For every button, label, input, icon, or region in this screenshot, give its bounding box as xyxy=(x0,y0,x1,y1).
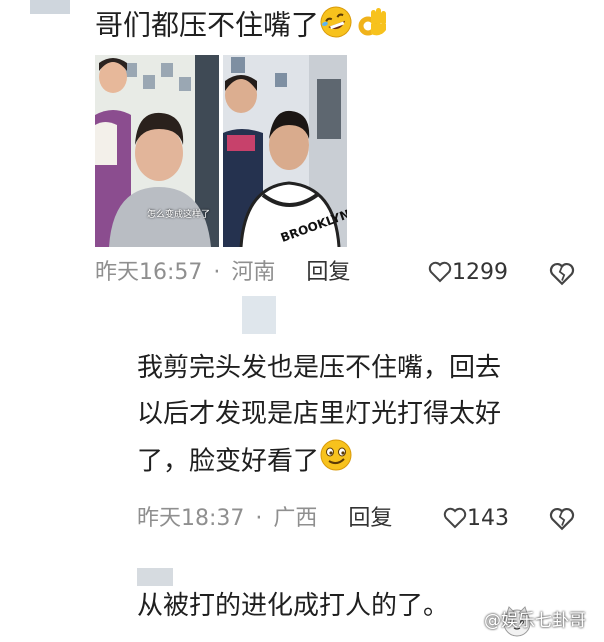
ok-hand-emoji-icon xyxy=(353,4,389,49)
dislike-button[interactable] xyxy=(549,507,575,535)
comment-time: 昨天18:37 xyxy=(137,506,245,531)
comment-time: 昨天16:57 xyxy=(95,260,203,285)
broken-heart-icon xyxy=(549,262,575,290)
heart-outline-icon xyxy=(428,261,452,291)
rofl-emoji-icon xyxy=(319,5,353,48)
comment-1-text-row: 哥们都压不住嘴了 xyxy=(95,4,389,49)
commenter-avatar-blurred[interactable] xyxy=(30,0,70,14)
comment-3-text: 从被打的进化成打人的了。 xyxy=(137,591,450,621)
reply-button[interactable]: 回复 xyxy=(306,260,350,285)
comment-2-line-3: 了，脸变好看了 xyxy=(137,446,320,477)
comment-1-images[interactable]: 怎么变成这样了 BROOKLYN xyxy=(95,55,347,247)
haircut-photo-before[interactable]: 怎么变成这样了 xyxy=(95,55,219,247)
comment-2-line-1: 我剪完头发也是压不住嘴，回去 xyxy=(137,353,502,383)
commenter-avatar-blurred[interactable] xyxy=(242,296,276,334)
like-count: 143 xyxy=(467,506,509,531)
photo-caption: 怎么变成这样了 xyxy=(147,210,211,220)
like-count: 1299 xyxy=(452,260,508,285)
heart-outline-icon xyxy=(443,507,467,537)
broken-heart-icon xyxy=(549,507,575,535)
watermark-text: @娱乐七卦哥 xyxy=(484,611,586,631)
comment-location: 广西 xyxy=(273,506,318,531)
meta-dot: · xyxy=(255,506,263,531)
haircut-photo-after[interactable]: BROOKLYN xyxy=(223,55,347,247)
comment-2-line-3-row: 了，脸变好看了 xyxy=(137,438,353,486)
commenter-avatar-blurred[interactable] xyxy=(137,568,173,586)
reply-button[interactable]: 回复 xyxy=(348,506,392,531)
comment-2-meta: 昨天18:37 · 广西 回复 xyxy=(137,505,392,533)
like-button[interactable]: 143 xyxy=(443,505,509,537)
comment-2-line-2: 以后才发现是店里灯光打得太好 xyxy=(137,399,502,429)
comment-location: 河南 xyxy=(231,260,276,285)
comment-1-text: 哥们都压不住嘴了 xyxy=(95,8,320,42)
comment-1-meta: 昨天16:57 · 河南 回复 xyxy=(95,259,350,287)
like-button[interactable]: 1299 xyxy=(428,259,508,291)
meta-dot: · xyxy=(213,260,221,285)
smirk-emoji-icon xyxy=(319,438,353,486)
dislike-button[interactable] xyxy=(549,262,575,290)
